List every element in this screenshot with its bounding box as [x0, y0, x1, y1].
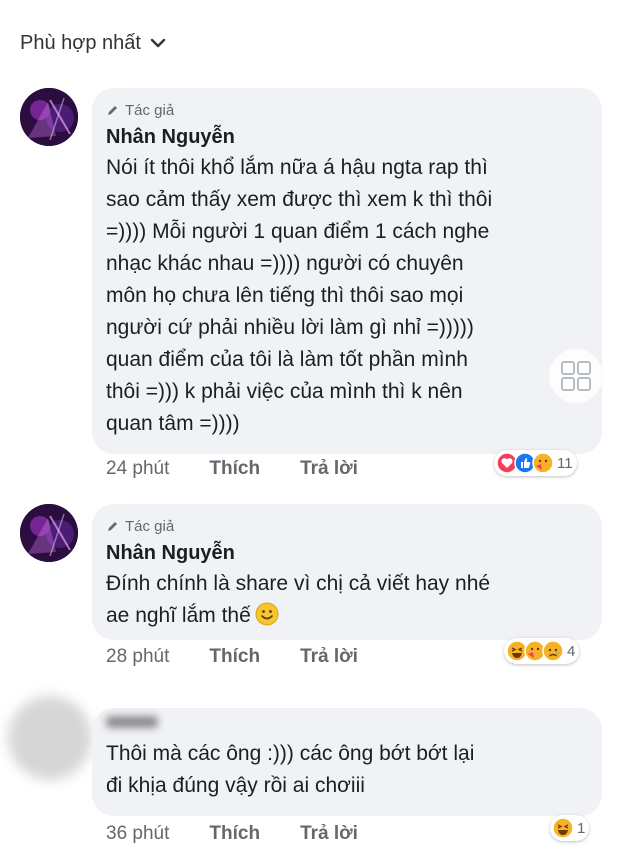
comment-line: Thôi mà các ông :))) các ông bớt bớt lại: [106, 742, 475, 765]
comment-actions: 24 phút Thích Trả lời: [106, 458, 398, 480]
avatar[interactable]: [20, 504, 78, 562]
timestamp[interactable]: 36 phút: [106, 823, 169, 845]
comment-line: Nói ít thôi khổ lắm nữa á hậu ngta rap t…: [106, 156, 488, 179]
comment-line: ae nghĩ lắm thế: [106, 600, 588, 632]
timestamp[interactable]: 28 phút: [106, 646, 169, 668]
comment-line-text: ae nghĩ lắm thế: [106, 604, 251, 627]
comment-actions: 28 phút Thích Trả lời: [106, 646, 398, 668]
badge-label: Tác giả: [125, 101, 175, 119]
comment-bubble: Thôi mà các ông :))) các ông bớt bớt lại…: [92, 708, 602, 816]
comment-bubble: Tác giả Nhân Nguyễn Đính chính là share …: [92, 504, 602, 640]
pencil-icon: [108, 521, 117, 531]
comment-bubble: Tác giả Nhân Nguyễn Nói ít thôi khổ lắm …: [92, 88, 602, 454]
chevron-down-icon: [150, 38, 166, 48]
comment-line: thôi =))) k phải việc của mình thì k nên: [106, 380, 463, 403]
comment-actions: 36 phút Thích Trả lời: [106, 823, 398, 845]
blurred-author-name: [106, 716, 158, 728]
reaction-count: 1: [577, 819, 586, 837]
timestamp[interactable]: 24 phút: [106, 458, 169, 480]
smile-emoji-icon: [255, 602, 279, 626]
comment-line: nhạc khác nhau =)))) người có chuyên: [106, 252, 464, 275]
author-name[interactable]: Nhân Nguyễn: [106, 124, 588, 150]
comment-line: sao cảm thấy xem được thì xem k thì thôi: [106, 188, 493, 211]
badge-label: Tác giả: [125, 517, 175, 535]
reaction-count: 11: [557, 454, 573, 472]
reaction-count: 4: [567, 642, 576, 660]
avatar[interactable]: [8, 696, 92, 780]
comment-line: người cứ phải nhiều lời làm gì nhỉ =))))…: [106, 316, 474, 339]
reply-button[interactable]: Trả lời: [300, 646, 358, 668]
reaction-summary[interactable]: 11: [494, 450, 577, 476]
author-badge: Tác giả: [106, 100, 588, 120]
avatar[interactable]: [20, 88, 78, 146]
comment-text: Nói ít thôi khổ lắm nữa á hậu ngta rap t…: [106, 152, 588, 440]
comment-line: môn họ chưa lên tiếng thì thôi sao mọi: [106, 284, 464, 307]
comment-text: Thôi mà các ông :))) các ông bớt bớt lại…: [106, 738, 588, 802]
like-button[interactable]: Thích: [209, 646, 260, 668]
sad-reaction-icon: [542, 640, 564, 662]
sort-dropdown[interactable]: Phù hợp nhất: [20, 28, 167, 58]
comment-line: quan điểm của tôi là làm tốt phần mình: [106, 348, 468, 371]
reply-button[interactable]: Trả lời: [300, 458, 358, 480]
pencil-icon: [108, 105, 117, 115]
comment-line: đi khịa đúng vậy rồi ai chơiii: [106, 774, 365, 797]
comment-line: quan tâm =)))): [106, 412, 240, 435]
reply-button[interactable]: Trả lời: [300, 823, 358, 845]
author-badge: Tác giả: [106, 516, 588, 536]
like-button[interactable]: Thích: [209, 458, 260, 480]
reaction-summary[interactable]: 1: [550, 815, 590, 841]
care-reaction-icon: [532, 452, 554, 474]
like-button[interactable]: Thích: [209, 823, 260, 845]
sort-label: Phù hợp nhất: [20, 31, 141, 54]
avatar-image: [20, 504, 78, 562]
haha-reaction-icon: [552, 817, 574, 839]
comment-line: =)))) Mỗi người 1 quan điểm 1 cách nghe: [106, 220, 490, 243]
comment-line: Đính chính là share vì chị cả viết hay n…: [106, 572, 491, 595]
avatar-image: [20, 88, 78, 146]
comment-text: Đính chính là share vì chị cả viết hay n…: [106, 568, 588, 632]
grid-icon[interactable]: [548, 348, 604, 404]
author-name[interactable]: Nhân Nguyễn: [106, 540, 588, 566]
reaction-summary[interactable]: 4: [504, 638, 580, 664]
